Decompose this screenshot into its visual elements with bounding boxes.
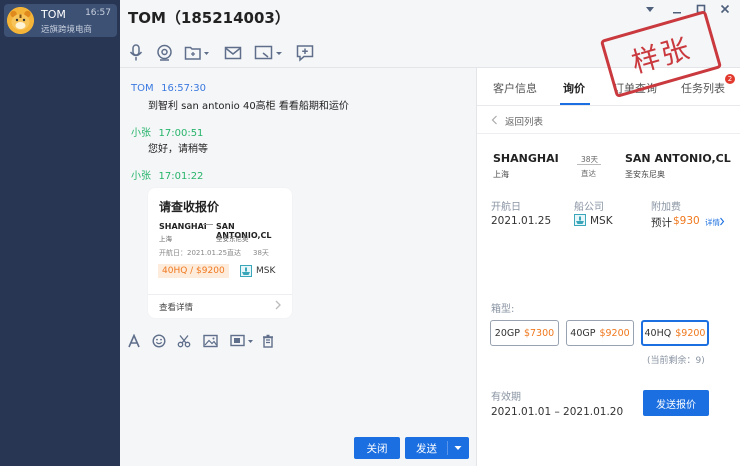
sailing-date: 开航日：2021.01.25: [159, 249, 228, 257]
origin-port-cn: 上海: [493, 170, 509, 179]
minimize-icon[interactable]: [672, 4, 682, 18]
remaining-count: (当前剩余：9): [647, 356, 705, 366]
view-detail-link[interactable]: 查看详情: [159, 301, 193, 313]
box-type: 40HQ: [644, 327, 672, 339]
message-sender: TOM: [131, 83, 154, 94]
transit-days: 38天: [253, 249, 269, 257]
surcharge-prefix: 预计: [651, 217, 672, 229]
screen-capture-icon[interactable]: [230, 334, 256, 351]
origin-port: SHANGHAI: [159, 222, 207, 231]
surcharge-detail-link[interactable]: 详情: [705, 217, 720, 228]
box-type: 20GP: [494, 327, 520, 339]
chevron-right-icon: [274, 300, 282, 313]
send-options-caret-icon[interactable]: [448, 442, 462, 454]
validity-value: 2021.01.01 – 2021.01.20: [491, 406, 624, 418]
folder-icon[interactable]: [184, 44, 210, 62]
camera-icon[interactable]: [156, 44, 173, 62]
origin-port: SHANGHAI: [493, 152, 559, 165]
box-option-20gp[interactable]: 20GP $7300: [490, 320, 559, 346]
scissors-icon[interactable]: [177, 334, 191, 351]
carrier-logo-icon: [574, 214, 586, 229]
carrier-name: MSK: [256, 266, 276, 276]
contact-company: 远旗跨境电商: [41, 25, 93, 35]
contact-last-time: 16:57: [85, 8, 111, 18]
mail-icon[interactable]: [224, 44, 242, 62]
tiger-avatar-icon: [7, 7, 34, 34]
origin-port-cn: 上海: [159, 235, 172, 243]
dropdown-caret-icon[interactable]: [645, 4, 655, 18]
image-icon[interactable]: [203, 334, 218, 351]
box-price: $7300: [523, 327, 555, 339]
quote-card-title: 请查收报价: [159, 200, 220, 214]
box-option-40gp[interactable]: 40GP $9200: [566, 320, 634, 346]
box-type: 40GP: [570, 327, 596, 339]
message-input-area[interactable]: 关闭 发送: [120, 324, 476, 466]
carrier-logo-icon: [240, 265, 252, 280]
back-to-list[interactable]: 返回列表: [477, 106, 740, 134]
tab-task-list[interactable]: 任务列表: [681, 80, 725, 96]
sailing-date-label: 开航日: [491, 202, 521, 213]
destination-port-cn: 圣安东尼奥: [216, 235, 249, 243]
emoji-icon[interactable]: [152, 334, 166, 351]
screenshot-icon[interactable]: [254, 44, 284, 62]
trash-icon[interactable]: [262, 334, 274, 351]
close-button[interactable]: 关闭: [354, 437, 400, 459]
route-line: [577, 164, 601, 165]
carrier-label: 船公司: [574, 202, 604, 213]
destination-port: SAN ANTONIO,CL: [625, 152, 731, 165]
box-price: $9200: [599, 327, 630, 339]
message-sender: 小张: [131, 128, 151, 139]
message-time: 17:00:51: [158, 128, 204, 139]
send-button-label: 发送: [416, 442, 437, 455]
tab-customer-info[interactable]: 客户信息: [493, 80, 537, 96]
surcharge-value: $930: [673, 215, 700, 227]
route-type: 直达: [227, 249, 241, 257]
notification-badge: 2: [725, 74, 735, 84]
send-button[interactable]: 发送: [405, 437, 469, 459]
route-arrow: [203, 224, 213, 225]
destination-port-cn: 圣安东尼奥: [625, 170, 665, 179]
message-header: TOM 16:57:30: [131, 81, 206, 94]
contact-name: TOM: [41, 8, 66, 21]
message-header: 小张 17:01:22: [131, 167, 203, 182]
message-header: 小张 17:00:51: [131, 124, 203, 139]
box-price: $9200: [675, 327, 706, 339]
route-type: 直达: [581, 169, 596, 178]
conversation-sidebar: TOM 16:57 远旗跨境电商: [0, 0, 120, 466]
box-option-40hq[interactable]: 40HQ $9200: [641, 320, 709, 346]
avatar: [7, 7, 34, 34]
carrier-value: MSK: [590, 215, 613, 227]
send-quote-button[interactable]: 发送报价: [643, 390, 709, 416]
chevron-right-icon: [719, 216, 725, 229]
surcharge-label: 附加费: [651, 202, 681, 213]
price-tag: 40HQ / $9200: [158, 264, 229, 278]
microphone-icon[interactable]: [128, 44, 144, 62]
message-time: 16:57:30: [161, 83, 207, 94]
font-icon[interactable]: [127, 333, 141, 351]
message-text: 您好，请稍等: [148, 144, 208, 155]
inquiry-panel: 客户信息 询价 订单查询 任务列表 2 返回列表 SHANGHAI 上海 38天…: [476, 68, 740, 466]
message-sender: 小张: [131, 171, 151, 182]
chat-title: TOM（185214003）: [128, 9, 290, 27]
close-window-icon[interactable]: [720, 4, 730, 18]
message-text: 到智利 san antonio 40高柜 看看船期和运价: [148, 101, 349, 112]
add-comment-icon[interactable]: [296, 44, 314, 62]
tab-inquiry[interactable]: 询价: [563, 80, 585, 96]
chevron-left-icon: [491, 115, 498, 128]
chat-message-list: TOM 16:57:30 到智利 san antonio 40高柜 看看船期和运…: [120, 68, 476, 324]
quote-card[interactable]: 请查收报价 SHANGHAI 上海 SAN ANTONIO,CL 圣安东尼奥 开…: [148, 188, 292, 318]
back-to-list-label: 返回列表: [505, 117, 544, 128]
box-type-label: 箱型:: [491, 304, 515, 315]
conversation-item-tom[interactable]: TOM 16:57 远旗跨境电商: [4, 4, 117, 37]
card-divider: [148, 294, 292, 295]
validity-label: 有效期: [491, 392, 521, 403]
message-time: 17:01:22: [158, 171, 204, 182]
sailing-date-value: 2021.01.25: [491, 215, 552, 227]
active-tab-indicator: [560, 103, 590, 105]
